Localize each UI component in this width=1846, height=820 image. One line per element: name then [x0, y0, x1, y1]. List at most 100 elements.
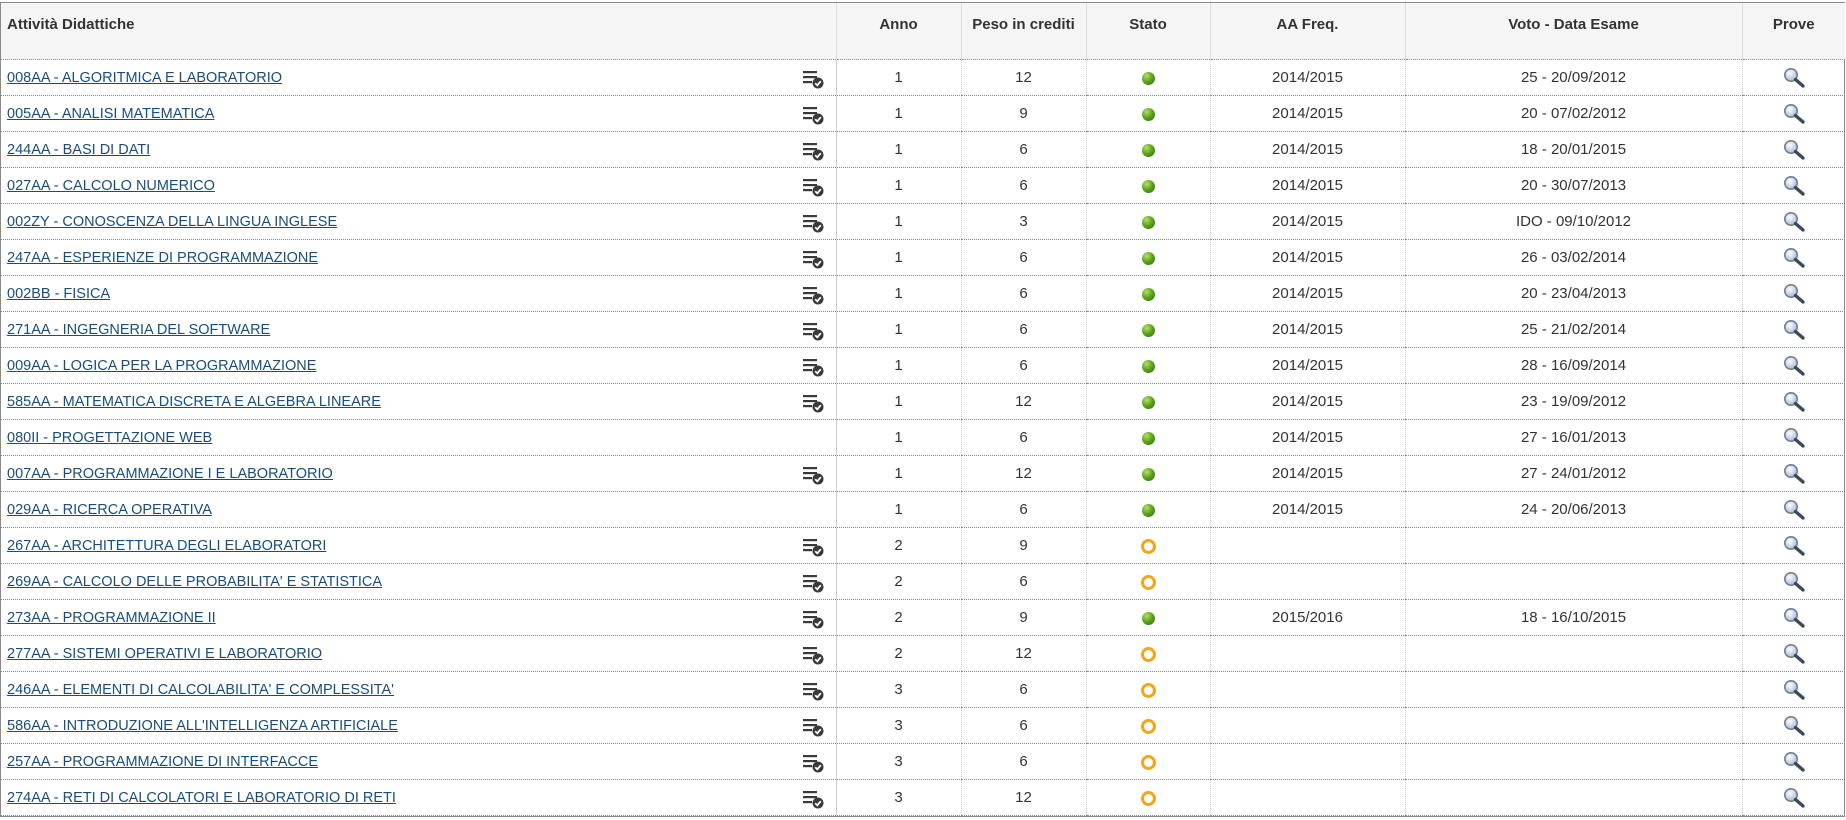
magnifier-icon[interactable] — [1782, 211, 1806, 233]
tests-cell — [1741, 491, 1845, 528]
list-check-icon[interactable] — [802, 465, 824, 485]
activity-link[interactable]: 273AA - PROGRAMMAZIONE II — [7, 610, 216, 626]
grade-date-cell — [1404, 635, 1742, 672]
activity-link[interactable]: 080II - PROGETTAZIONE WEB — [7, 430, 212, 446]
magnifier-icon[interactable] — [1782, 391, 1806, 413]
status-cell — [1085, 707, 1210, 744]
activity-link[interactable]: 277AA - SISTEMI OPERATIVI E LABORATORIO — [7, 646, 322, 662]
activity-link[interactable]: 246AA - ELEMENTI DI CALCOLABILITA' E COM… — [7, 682, 394, 698]
header-aa-freq: AA Freq. — [1209, 3, 1405, 60]
list-check-icon[interactable] — [802, 249, 824, 269]
magnifier-icon[interactable] — [1782, 247, 1806, 269]
activity-link[interactable]: 009AA - LOGICA PER LA PROGRAMMAZIONE — [7, 358, 316, 374]
tests-cell — [1741, 419, 1845, 456]
list-check-icon[interactable] — [802, 177, 824, 197]
activities-table: Attività Didattiche Anno Peso in crediti… — [1, 3, 1845, 816]
status-cell — [1085, 743, 1210, 780]
activity-link[interactable]: 002ZY - CONOSCENZA DELLA LINGUA INGLESE — [7, 214, 337, 230]
magnifier-icon[interactable] — [1782, 463, 1806, 485]
magnifier-icon[interactable] — [1782, 643, 1806, 665]
magnifier-icon[interactable] — [1782, 715, 1806, 737]
magnifier-icon[interactable] — [1782, 751, 1806, 773]
year-cell: 3 — [835, 671, 961, 708]
table-row: 273AA - PROGRAMMAZIONE II 2 9 2015/2016 … — [1, 599, 1845, 636]
list-check-icon[interactable] — [802, 645, 824, 665]
magnifier-icon[interactable] — [1782, 103, 1806, 125]
orange-ring-icon — [1140, 682, 1156, 698]
credits-cell: 12 — [960, 635, 1086, 672]
activity-cell: 008AA - ALGORITMICA E LABORATORIO — [1, 59, 837, 96]
activity-link[interactable]: 027AA - CALCOLO NUMERICO — [7, 178, 215, 194]
tests-cell — [1741, 455, 1845, 492]
activity-link[interactable]: 269AA - CALCOLO DELLE PROBABILITA' E STA… — [7, 574, 382, 590]
magnifier-icon[interactable] — [1782, 283, 1806, 305]
activity-link[interactable]: 247AA - ESPERIENZE DI PROGRAMMAZIONE — [7, 250, 318, 266]
list-check-icon[interactable] — [802, 393, 824, 413]
list-check-icon[interactable] — [802, 141, 824, 161]
activity-link[interactable]: 267AA - ARCHITETTURA DEGLI ELABORATORI — [7, 538, 326, 554]
tests-cell — [1741, 95, 1845, 132]
activity-link[interactable]: 274AA - RETI DI CALCOLATORI E LABORATORI… — [7, 790, 396, 806]
magnifier-icon[interactable] — [1782, 355, 1806, 377]
header-year: Anno — [835, 3, 961, 60]
credits-cell: 3 — [960, 203, 1086, 240]
magnifier-icon[interactable] — [1782, 535, 1806, 557]
magnifier-icon[interactable] — [1782, 571, 1806, 593]
activity-link[interactable]: 029AA - RICERCA OPERATIVA — [7, 502, 212, 518]
magnifier-icon[interactable] — [1782, 67, 1806, 89]
activity-cell: 586AA - INTRODUZIONE ALL'INTELLIGENZA AR… — [1, 707, 837, 744]
list-check-icon[interactable] — [802, 537, 824, 557]
year-cell: 1 — [835, 275, 961, 312]
table-row: 257AA - PROGRAMMAZIONE DI INTERFACCE 3 6 — [1, 743, 1845, 780]
table-row: 244AA - BASI DI DATI 1 6 2014/2015 18 - … — [1, 131, 1845, 168]
table-row: 007AA - PROGRAMMAZIONE I E LABORATORIO 1… — [1, 455, 1845, 492]
magnifier-icon[interactable] — [1782, 139, 1806, 161]
grade-date-cell: 26 - 03/02/2014 — [1404, 239, 1742, 276]
list-check-icon[interactable] — [802, 681, 824, 701]
grade-date-cell — [1404, 707, 1742, 744]
aa-freq-cell: 2014/2015 — [1209, 203, 1405, 240]
table-row: 029AA - RICERCA OPERATIVA 1 6 2014/2015 … — [1, 491, 1845, 528]
tests-cell — [1741, 635, 1845, 672]
list-check-icon[interactable] — [802, 609, 824, 629]
aa-freq-cell: 2014/2015 — [1209, 167, 1405, 204]
list-check-icon[interactable] — [802, 285, 824, 305]
magnifier-icon[interactable] — [1782, 319, 1806, 341]
activity-link[interactable]: 585AA - MATEMATICA DISCRETA E ALGEBRA LI… — [7, 394, 381, 410]
credits-cell: 9 — [960, 527, 1086, 564]
credits-cell: 6 — [960, 239, 1086, 276]
list-check-icon[interactable] — [802, 321, 824, 341]
activity-link[interactable]: 005AA - ANALISI MATEMATICA — [7, 106, 214, 122]
activity-link[interactable]: 007AA - PROGRAMMAZIONE I E LABORATORIO — [7, 466, 333, 482]
activity-cell: 585AA - MATEMATICA DISCRETA E ALGEBRA LI… — [1, 383, 837, 420]
year-cell: 3 — [835, 743, 961, 780]
grade-date-cell: 25 - 20/09/2012 — [1404, 59, 1742, 96]
table-row: 080II - PROGETTAZIONE WEB 1 6 2014/2015 … — [1, 419, 1845, 456]
list-check-icon[interactable] — [802, 357, 824, 377]
magnifier-icon[interactable] — [1782, 175, 1806, 197]
magnifier-icon[interactable] — [1782, 499, 1806, 521]
list-check-icon[interactable] — [802, 573, 824, 593]
magnifier-icon[interactable] — [1782, 607, 1806, 629]
activity-link[interactable]: 244AA - BASI DI DATI — [7, 142, 150, 158]
credits-cell: 6 — [960, 743, 1086, 780]
activity-link[interactable]: 002BB - FISICA — [7, 286, 110, 302]
list-check-icon[interactable] — [802, 717, 824, 737]
activity-link[interactable]: 008AA - ALGORITMICA E LABORATORIO — [7, 70, 282, 86]
aa-freq-cell: 2014/2015 — [1209, 239, 1405, 276]
activity-link[interactable]: 586AA - INTRODUZIONE ALL'INTELLIGENZA AR… — [7, 718, 398, 734]
table-row: 585AA - MATEMATICA DISCRETA E ALGEBRA LI… — [1, 383, 1845, 420]
magnifier-icon[interactable] — [1782, 427, 1806, 449]
list-check-icon[interactable] — [802, 69, 824, 89]
magnifier-icon[interactable] — [1782, 679, 1806, 701]
tests-cell — [1741, 743, 1845, 780]
activity-link[interactable]: 271AA - INGEGNERIA DEL SOFTWARE — [7, 322, 270, 338]
magnifier-icon[interactable] — [1782, 787, 1806, 809]
activity-link[interactable]: 257AA - PROGRAMMAZIONE DI INTERFACCE — [7, 754, 318, 770]
list-check-icon[interactable] — [802, 789, 824, 809]
grade-date-cell: 25 - 21/02/2014 — [1404, 311, 1742, 348]
list-check-icon[interactable] — [802, 753, 824, 773]
list-check-icon[interactable] — [802, 213, 824, 233]
list-check-icon[interactable] — [802, 105, 824, 125]
grade-date-cell: 20 - 30/07/2013 — [1404, 167, 1742, 204]
